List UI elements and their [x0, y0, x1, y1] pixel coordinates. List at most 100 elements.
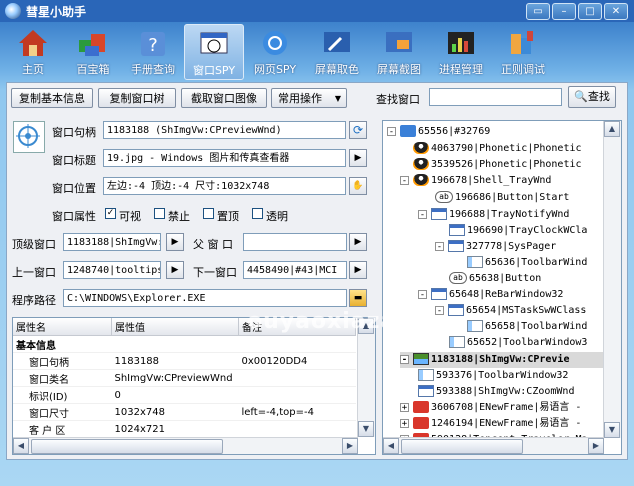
tool-regex[interactable]: 正则调试 — [494, 24, 552, 78]
goto-next-window-button[interactable]: ▶ — [349, 261, 367, 279]
tool-process[interactable]: 进程管理 — [432, 24, 490, 78]
tool-screenshot[interactable]: 屏幕截图 — [370, 24, 428, 78]
scroll-thumb[interactable] — [31, 439, 223, 454]
group-basic-info[interactable]: 基本信息 — [13, 335, 356, 353]
topmost-checkbox[interactable] — [203, 208, 214, 219]
table-row[interactable]: 标识(ID) 0 — [13, 386, 356, 404]
tree-node[interactable]: 65658|ToolbarWind — [467, 319, 587, 335]
window-icon — [448, 304, 464, 316]
table-row[interactable]: 窗口类名 ShImgVw:CPreviewWnd — [13, 369, 356, 387]
help-icon: ? — [141, 32, 165, 56]
prev-window-label: 上一窗口 — [12, 266, 56, 279]
next-window-field[interactable]: 4458490|#43|MCI — [243, 261, 347, 279]
toolbar-icon — [467, 320, 483, 332]
open-folder-button[interactable]: ▬ — [349, 289, 367, 307]
tool-color-pick[interactable]: 屏幕取色 — [308, 24, 366, 78]
tree-node[interactable]: -65654|MSTaskSwWClass — [435, 303, 586, 319]
table-row[interactable]: 窗口尺寸 1032x748 left=-4,top=-4 — [13, 403, 356, 421]
attribute-label: 窗口属性 — [52, 210, 96, 223]
tree-node[interactable]: 65652|ToolbarWindow3 — [449, 335, 587, 351]
tree-node[interactable]: ab 65638|Button — [449, 271, 541, 287]
tree-node[interactable]: 4063790|Phonetic|Phonetic — [413, 141, 582, 157]
tool-window-spy[interactable]: 窗口SPY — [184, 24, 244, 80]
handle-field[interactable]: 1183188 (ShImgVw:CPreviewWnd) — [103, 121, 346, 139]
home-icon — [19, 30, 47, 56]
tree-node[interactable]: 196690|TrayClockWCla — [449, 223, 587, 239]
scroll-thumb[interactable] — [401, 439, 523, 454]
tool-manual[interactable]: ? 手册查询 — [124, 24, 182, 78]
tree-node[interactable]: 65636|ToolbarWind — [467, 255, 587, 271]
tree-node[interactable]: -65648|ReBarWindow32 — [418, 287, 563, 303]
tree-node[interactable]: -196678|Shell_TrayWnd — [400, 173, 551, 189]
crosshair-icon — [16, 124, 40, 148]
capture-window-image-button[interactable]: 截取窗口图像 — [181, 88, 267, 108]
web-spy-icon — [263, 31, 287, 55]
program-path-field[interactable]: C:\WINDOWS\Explorer.EXE — [63, 289, 347, 307]
col-header-value[interactable]: 属性值 — [111, 318, 239, 336]
qq-icon — [413, 174, 429, 186]
tree-node[interactable]: 3539526|Phonetic|Phonetic — [413, 157, 582, 173]
window-icon — [418, 385, 434, 397]
top-window-field[interactable]: 1183188|ShImgVw: — [63, 233, 161, 251]
tree-node[interactable]: 593388|ShImgVw:CZoomWnd — [418, 384, 574, 400]
scroll-down-icon[interactable]: ▼ — [604, 422, 620, 438]
tree-node[interactable]: +1246194|ENewFrame|易语言 - — [400, 416, 581, 432]
tree-node[interactable]: 593376|ToolbarWindow32 — [418, 368, 568, 384]
handle-label: 窗口句柄 — [52, 126, 96, 139]
scroll-down-icon[interactable]: ▼ — [358, 421, 374, 437]
grid-vertical-scrollbar[interactable]: ▲ ▼ — [357, 318, 375, 437]
position-field[interactable]: 左边:-4 顶边:-4 尺寸:1032x748 — [103, 177, 346, 195]
table-row[interactable]: 窗口句柄 1183188 0x00120DD4 — [13, 352, 356, 370]
copy-window-tree-button[interactable]: 复制窗口树 — [98, 88, 176, 108]
goto-parent-window-button[interactable]: ▶ — [349, 233, 367, 251]
find-button[interactable]: 🔍查找 — [568, 86, 616, 108]
copy-basic-info-button[interactable]: 复制基本信息 — [11, 88, 93, 108]
button-icon: ab — [449, 272, 467, 284]
color-picker-icon — [324, 32, 350, 52]
grid-horizontal-scrollbar[interactable]: ◀ ▶ — [13, 437, 358, 454]
tool-toolbox[interactable]: 百宝箱 — [64, 24, 122, 78]
skin-button[interactable]: ▭ — [526, 3, 550, 20]
scroll-right-icon[interactable]: ▶ — [342, 438, 358, 454]
common-ops-dropdown[interactable]: 常用操作 ▼ — [271, 88, 347, 108]
tool-home[interactable]: 主页 — [4, 24, 62, 78]
goto-prev-window-button[interactable]: ▶ — [166, 261, 184, 279]
scroll-right-icon[interactable]: ▶ — [588, 438, 604, 454]
goto-top-window-button[interactable]: ▶ — [166, 233, 184, 251]
window-icon — [449, 224, 465, 236]
prev-window-field[interactable]: 1248740|tooltips — [63, 261, 161, 279]
scroll-up-icon[interactable]: ▲ — [604, 121, 620, 137]
property-grid: 属性名 属性值 备注 基本信息 窗口句柄 1183188 0x00120DD4 窗口… — [12, 317, 376, 455]
move-window-button[interactable]: ✋ — [349, 177, 367, 195]
maximize-button[interactable]: □ — [578, 3, 602, 20]
qq-icon — [413, 142, 429, 154]
tree-node[interactable]: -65556|#32769 — [387, 124, 490, 140]
transparent-checkbox[interactable] — [252, 208, 263, 219]
scroll-left-icon[interactable]: ◀ — [13, 438, 29, 454]
parent-window-field[interactable] — [243, 233, 347, 251]
minimize-button[interactable]: – — [552, 3, 576, 20]
tree-horizontal-scrollbar[interactable]: ◀ ▶ — [383, 437, 604, 454]
title-field[interactable]: 19.jpg - Windows 图片和传真查看器 — [103, 149, 346, 167]
tool-web-spy[interactable]: 网页SPY — [246, 24, 304, 78]
tree-node-selected[interactable]: -1183188|ShImgVw:CPrevie — [400, 352, 617, 368]
tree-vertical-scrollbar[interactable]: ▲ ▼ — [603, 121, 621, 438]
regex-icon — [511, 31, 533, 54]
tree-node[interactable]: +3606708|ENewFrame|易语言 - — [400, 400, 581, 416]
tree-node[interactable]: ab 196686|Button|Start — [435, 190, 569, 206]
scroll-left-icon[interactable]: ◀ — [383, 438, 399, 454]
refresh-button[interactable]: ⟳ — [349, 121, 367, 139]
disabled-checkbox[interactable] — [154, 208, 165, 219]
close-button[interactable]: ✕ — [604, 3, 628, 20]
visible-checkbox[interactable]: ✓ — [105, 208, 116, 219]
app-title: 彗星小助手 — [26, 5, 87, 19]
find-window-input[interactable] — [429, 88, 562, 106]
col-header-name[interactable]: 属性名 — [13, 318, 112, 336]
crosshair-drag-target[interactable] — [13, 121, 45, 153]
refresh-icon: ⟳ — [352, 123, 364, 137]
table-row[interactable]: 客 户 区 1024x721 — [13, 420, 356, 438]
top-window-label: 顶级窗口 — [12, 238, 56, 251]
tree-node[interactable]: -196688|TrayNotifyWnd — [418, 207, 569, 223]
title-action-button[interactable]: ▶ — [349, 149, 367, 167]
tree-node[interactable]: -327778|SysPager — [435, 239, 556, 255]
